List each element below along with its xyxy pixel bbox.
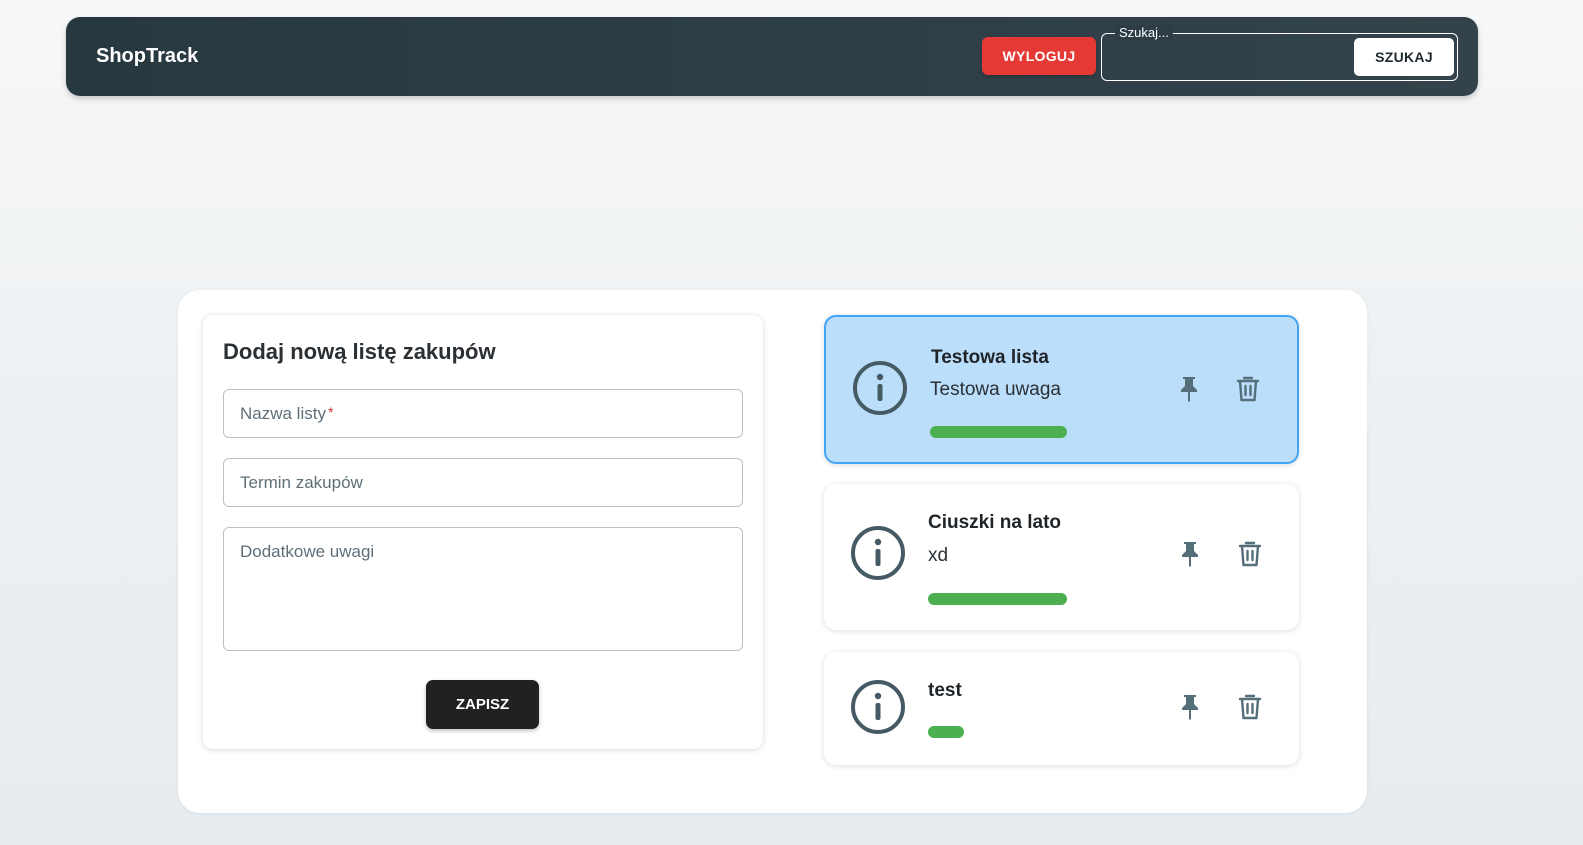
shopping-list-card[interactable]: Testowa lista Testowa uwaga (824, 315, 1299, 464)
list-note: Testowa uwaga (930, 379, 1061, 400)
required-mark: * (327, 404, 334, 420)
search-label: Szukaj... (1115, 25, 1173, 40)
main-panel: Dodaj nową listę zakupów Nazwa listy * Te… (178, 290, 1367, 813)
notes-label: Dodatkowe uwagi (240, 542, 375, 561)
shopping-list-card[interactable]: Ciuszki na lato xd (824, 484, 1299, 630)
pin-icon[interactable] (1176, 375, 1202, 403)
brand-logo-text: ShopTrack (96, 45, 199, 67)
app-header: ShopTrack WYLOGUJ Szukaj... SZUKAJ (66, 17, 1478, 96)
list-title: Testowa lista (931, 347, 1049, 368)
shopping-list-card[interactable]: test (824, 652, 1299, 765)
logout-button[interactable]: WYLOGUJ (982, 37, 1096, 75)
list-note: xd (928, 545, 949, 566)
trash-icon[interactable] (1235, 375, 1261, 403)
info-circle-icon[interactable] (850, 679, 906, 735)
info-circle-icon[interactable] (852, 360, 908, 416)
pin-icon[interactable] (1177, 540, 1203, 568)
list-name-label: Nazwa listy * (240, 404, 334, 423)
pin-icon[interactable] (1177, 693, 1203, 721)
list-title: Ciuszki na lato (928, 512, 1062, 533)
list-title: test (928, 680, 962, 701)
progress-bar (928, 726, 964, 738)
list-name-field[interactable]: Nazwa listy * (223, 389, 743, 438)
new-list-form: Dodaj nową listę zakupów Nazwa listy * Te… (203, 315, 763, 749)
info-circle-icon[interactable] (850, 525, 906, 581)
trash-icon[interactable] (1237, 693, 1263, 721)
search-field: Szukaj... SZUKAJ (1101, 25, 1458, 81)
notes-textarea[interactable]: Dodatkowe uwagi (223, 527, 743, 651)
form-title: Dodaj nową listę zakupów (223, 339, 496, 364)
shopping-date-field[interactable]: Termin zakupów (223, 458, 743, 507)
progress-bar (930, 426, 1067, 438)
trash-icon[interactable] (1237, 540, 1263, 568)
search-button[interactable]: SZUKAJ (1354, 38, 1454, 76)
save-button[interactable]: ZAPISZ (426, 680, 539, 729)
progress-bar (928, 593, 1067, 605)
shopping-date-label: Termin zakupów (240, 473, 363, 492)
search-input[interactable] (1112, 42, 1342, 72)
